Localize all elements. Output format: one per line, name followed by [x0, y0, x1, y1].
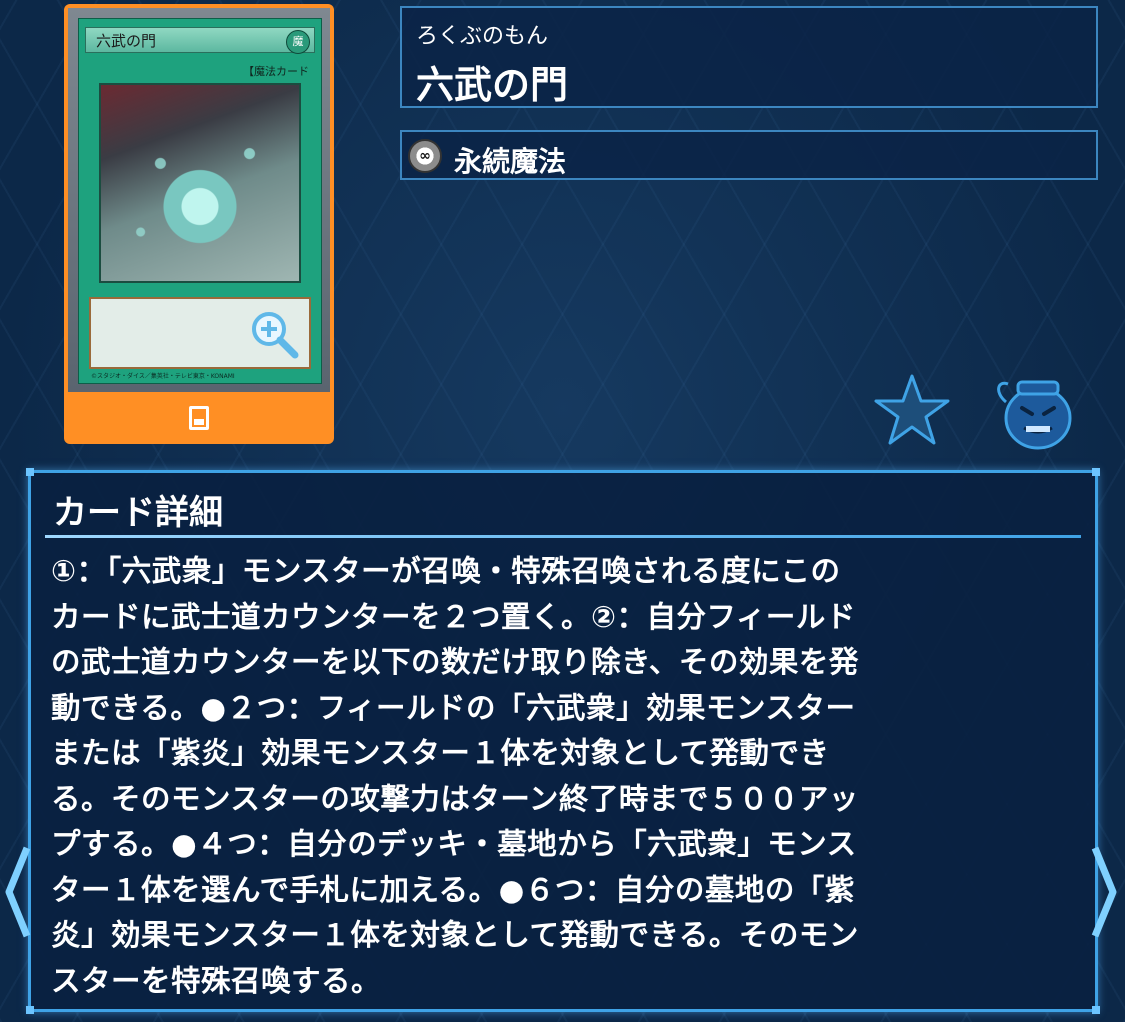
- card-effect-text: ①：「六武衆」モンスターが召喚・特殊召喚される度にこの カードに武士道カウンター…: [51, 554, 859, 998]
- card-illustration: [99, 83, 301, 283]
- deck-count-bar: [64, 392, 334, 444]
- card-face-name-text: 六武の門: [96, 32, 157, 50]
- pot-icon[interactable]: [992, 372, 1076, 452]
- zoom-icon[interactable]: [247, 307, 301, 361]
- card-detail-panel[interactable]: カード詳細 ①：「六武衆」モンスターが召喚・特殊召喚される度にこの カードに武士…: [26, 468, 1100, 1014]
- card-type-panel: ∞ 永続魔法: [400, 130, 1098, 180]
- deck-card-icon: [189, 406, 209, 430]
- card-copyright: ©スタジオ・ダイス／集英社・テレビ東京・KONAMI: [91, 373, 235, 380]
- card-attribute-icon: 魔: [286, 30, 310, 54]
- card-name: 六武の門: [416, 63, 569, 107]
- panel-corner: [26, 468, 34, 476]
- panel-corner: [1092, 468, 1100, 476]
- chevron-left-icon: [5, 846, 31, 938]
- card-face-text-box: [89, 297, 311, 369]
- continuous-spell-icon: ∞: [408, 139, 442, 173]
- card-face-type-line: 【魔法カード: [243, 65, 309, 78]
- card-detail-title: カード詳細: [53, 493, 223, 533]
- next-card-button[interactable]: [1086, 836, 1122, 948]
- card-preview[interactable]: 六武の門 魔 【魔法カード ©スタジオ・ダイス／集英社・テレビ東京・KONAMI: [64, 4, 334, 444]
- panel-corner: [1092, 1006, 1100, 1014]
- card-face: 六武の門 魔 【魔法カード ©スタジオ・ダイス／集英社・テレビ東京・KONAMI: [78, 18, 322, 384]
- card-name-reading: ろくぶのもん: [416, 24, 549, 49]
- panel-corner: [26, 1006, 34, 1014]
- chevron-right-icon: [1091, 846, 1117, 938]
- title-divider: [45, 535, 1081, 538]
- card-type-label: 永続魔法: [454, 145, 567, 178]
- previous-card-button[interactable]: [0, 836, 36, 948]
- card-name-panel: ろくぶのもん 六武の門: [400, 6, 1098, 108]
- card-face-name: 六武の門 魔: [85, 27, 315, 54]
- card-art: 六武の門 魔 【魔法カード ©スタジオ・ダイス／集英社・テレビ東京・KONAMI: [68, 8, 330, 392]
- favorite-star-icon[interactable]: [872, 372, 952, 448]
